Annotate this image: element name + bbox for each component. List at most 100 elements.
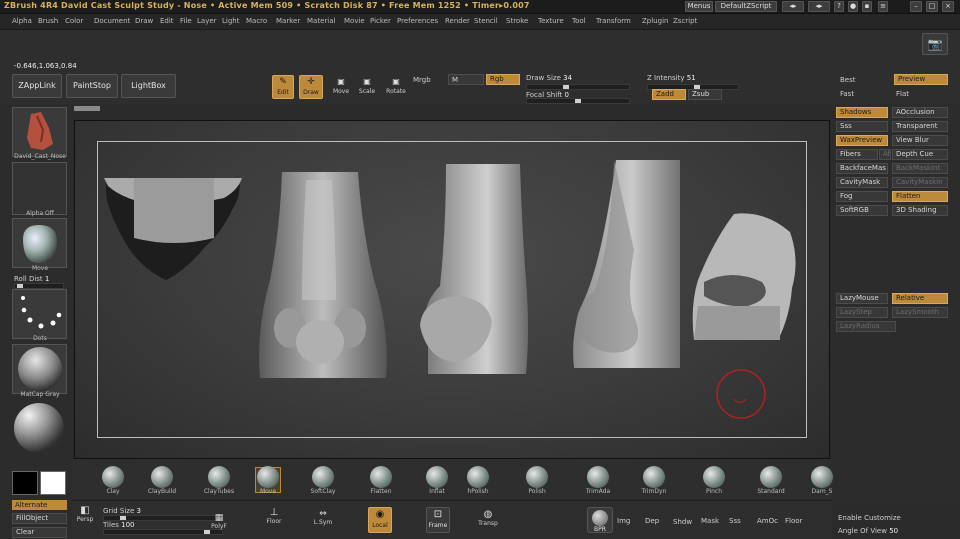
bpr-button[interactable]: BPR: [587, 507, 613, 533]
help-icon[interactable]: ?: [834, 1, 844, 12]
transp-button[interactable]: ◍ Transp: [476, 509, 500, 533]
lightbox-button[interactable]: LightBox: [121, 74, 176, 98]
lazyradius-slider[interactable]: LazyRadius: [836, 321, 896, 332]
slider-knob[interactable]: [17, 284, 23, 288]
slider-knob[interactable]: [563, 85, 569, 89]
menu-marker[interactable]: Marker: [276, 17, 300, 25]
enable-customize-button[interactable]: Enable Customize: [838, 514, 901, 522]
edit-button[interactable]: ✎ Edit: [272, 75, 294, 99]
maximize-icon[interactable]: □: [926, 1, 938, 12]
cavitymask-button[interactable]: CavityMask: [836, 177, 888, 188]
scroll-icon[interactable]: ◂▸: [808, 1, 830, 12]
slider-knob[interactable]: [120, 516, 126, 520]
aocclusion-button[interactable]: AOcclusion: [892, 107, 948, 118]
menu-transform[interactable]: Transform: [596, 17, 631, 25]
dep-button[interactable]: Dep: [645, 517, 659, 525]
menu-macro[interactable]: Macro: [246, 17, 267, 25]
floor-button[interactable]: ⊥ Floor: [262, 507, 286, 533]
brush-softclay[interactable]: SoftClay: [301, 466, 345, 495]
m-button[interactable]: M: [448, 74, 484, 85]
softrgb-button[interactable]: SoftRGB: [836, 205, 888, 216]
brush-inflat[interactable]: Inflat: [415, 466, 459, 495]
3d-shading-slider[interactable]: 3D Shading: [892, 205, 948, 216]
brush-pinch[interactable]: Pinch: [692, 466, 736, 495]
primary-color-swatch[interactable]: [40, 471, 66, 495]
menu-picker[interactable]: Picker: [370, 17, 391, 25]
fillobject-button[interactable]: FillObject: [12, 513, 67, 524]
nose-side-view[interactable]: [420, 164, 528, 374]
slider-knob[interactable]: [575, 99, 581, 103]
clear-button[interactable]: Clear: [12, 527, 67, 538]
best-button[interactable]: Best: [840, 76, 856, 84]
secondary-color-swatch[interactable]: [12, 471, 38, 495]
rgb-button[interactable]: Rgb: [486, 74, 520, 85]
menu-texture[interactable]: Texture: [538, 17, 564, 25]
brush-claytubes[interactable]: ClayTubes: [197, 466, 241, 495]
minimize-icon[interactable]: –: [910, 1, 922, 12]
waxpreview-button[interactable]: WaxPreview: [836, 135, 888, 146]
shadows-button[interactable]: Shadows: [836, 107, 888, 118]
paintstop-button[interactable]: PaintStop: [66, 74, 118, 98]
nose-three-quarter-view[interactable]: [573, 160, 680, 368]
snapshot-button[interactable]: 📷: [922, 33, 948, 55]
af-button[interactable]: Af: [879, 149, 891, 160]
menu-edit[interactable]: Edit: [160, 17, 174, 25]
brush-hpolish[interactable]: hPolish: [456, 466, 500, 495]
cavitymaskint-slider[interactable]: CavityMaskIn: [892, 177, 948, 188]
backmaskint-slider[interactable]: BackMaskInt: [892, 163, 948, 174]
brush-trimdyn[interactable]: TrimDyn: [632, 466, 676, 495]
lazymouse-button[interactable]: LazyMouse: [836, 293, 888, 304]
tool-thumbnail[interactable]: [12, 107, 67, 157]
menu-tool[interactable]: Tool: [572, 17, 586, 25]
mask-button[interactable]: Mask: [701, 517, 719, 525]
transparent-button[interactable]: Transparent: [892, 121, 948, 132]
rotate-button[interactable]: ▣ Rotate: [384, 75, 408, 99]
alternate-button[interactable]: Alternate: [12, 500, 67, 510]
local-button[interactable]: ◉ Local: [368, 507, 392, 533]
brush-flatten[interactable]: Flatten: [359, 466, 403, 495]
color-icon[interactable]: ●: [848, 1, 858, 12]
polyf-button[interactable]: ▦ PolyF: [207, 513, 231, 537]
floor-render-button[interactable]: Floor: [785, 517, 802, 525]
fibers-button[interactable]: Fibers: [836, 149, 878, 160]
scale-button[interactable]: ▣ Scale: [356, 75, 378, 99]
backfacemask-button[interactable]: BackfaceMas: [836, 163, 888, 174]
menu-light[interactable]: Light: [222, 17, 239, 25]
brush-standard[interactable]: Standard: [749, 466, 793, 495]
menu-render[interactable]: Render: [445, 17, 470, 25]
relative-button[interactable]: Relative: [892, 293, 948, 304]
draw-button[interactable]: ✛ Draw: [299, 75, 323, 99]
zsub-button[interactable]: Zsub: [688, 89, 722, 100]
menu-alpha[interactable]: Alpha: [12, 17, 32, 25]
preview-button[interactable]: Preview: [894, 74, 948, 85]
layout-icon[interactable]: ▪: [862, 1, 872, 12]
menu-layer[interactable]: Layer: [197, 17, 217, 25]
depth-cue-button[interactable]: Depth Cue: [892, 149, 948, 160]
brush-dam-s[interactable]: Dam_S: [800, 466, 844, 495]
brush-move[interactable]: Move: [246, 466, 290, 495]
brush-polish[interactable]: Polish: [515, 466, 559, 495]
alpha-thumbnail[interactable]: [12, 162, 67, 215]
fog-button[interactable]: Fog: [836, 191, 888, 202]
zadd-button[interactable]: Zadd: [652, 89, 686, 100]
menu-stroke[interactable]: Stroke: [506, 17, 528, 25]
menus-button[interactable]: Menus: [685, 1, 713, 12]
sculpt-models[interactable]: [74, 120, 830, 459]
brush-thumbnail[interactable]: [12, 218, 67, 268]
tiles-slider[interactable]: [103, 529, 223, 535]
move-button[interactable]: ▣ Move: [330, 75, 352, 99]
lsym-button[interactable]: ⇔ L.Sym: [310, 509, 336, 533]
menu-zplugin[interactable]: Zplugin: [642, 17, 668, 25]
menu-file[interactable]: File: [180, 17, 192, 25]
nose-tip-view[interactable]: [692, 213, 796, 340]
focal-shift-slider[interactable]: [526, 98, 630, 104]
menu-brush[interactable]: Brush: [38, 17, 58, 25]
menu-draw[interactable]: Draw: [135, 17, 153, 25]
material-thumbnail[interactable]: [12, 344, 67, 394]
brush-claybuild[interactable]: ClayBuild: [140, 466, 184, 495]
frame-button[interactable]: ⊡ Frame: [426, 507, 450, 533]
menu-color[interactable]: Color: [65, 17, 83, 25]
menu-preferences[interactable]: Preferences: [397, 17, 438, 25]
view-blur-button[interactable]: View Blur: [892, 135, 948, 146]
prev-next-icon[interactable]: ◂▸: [782, 1, 804, 12]
